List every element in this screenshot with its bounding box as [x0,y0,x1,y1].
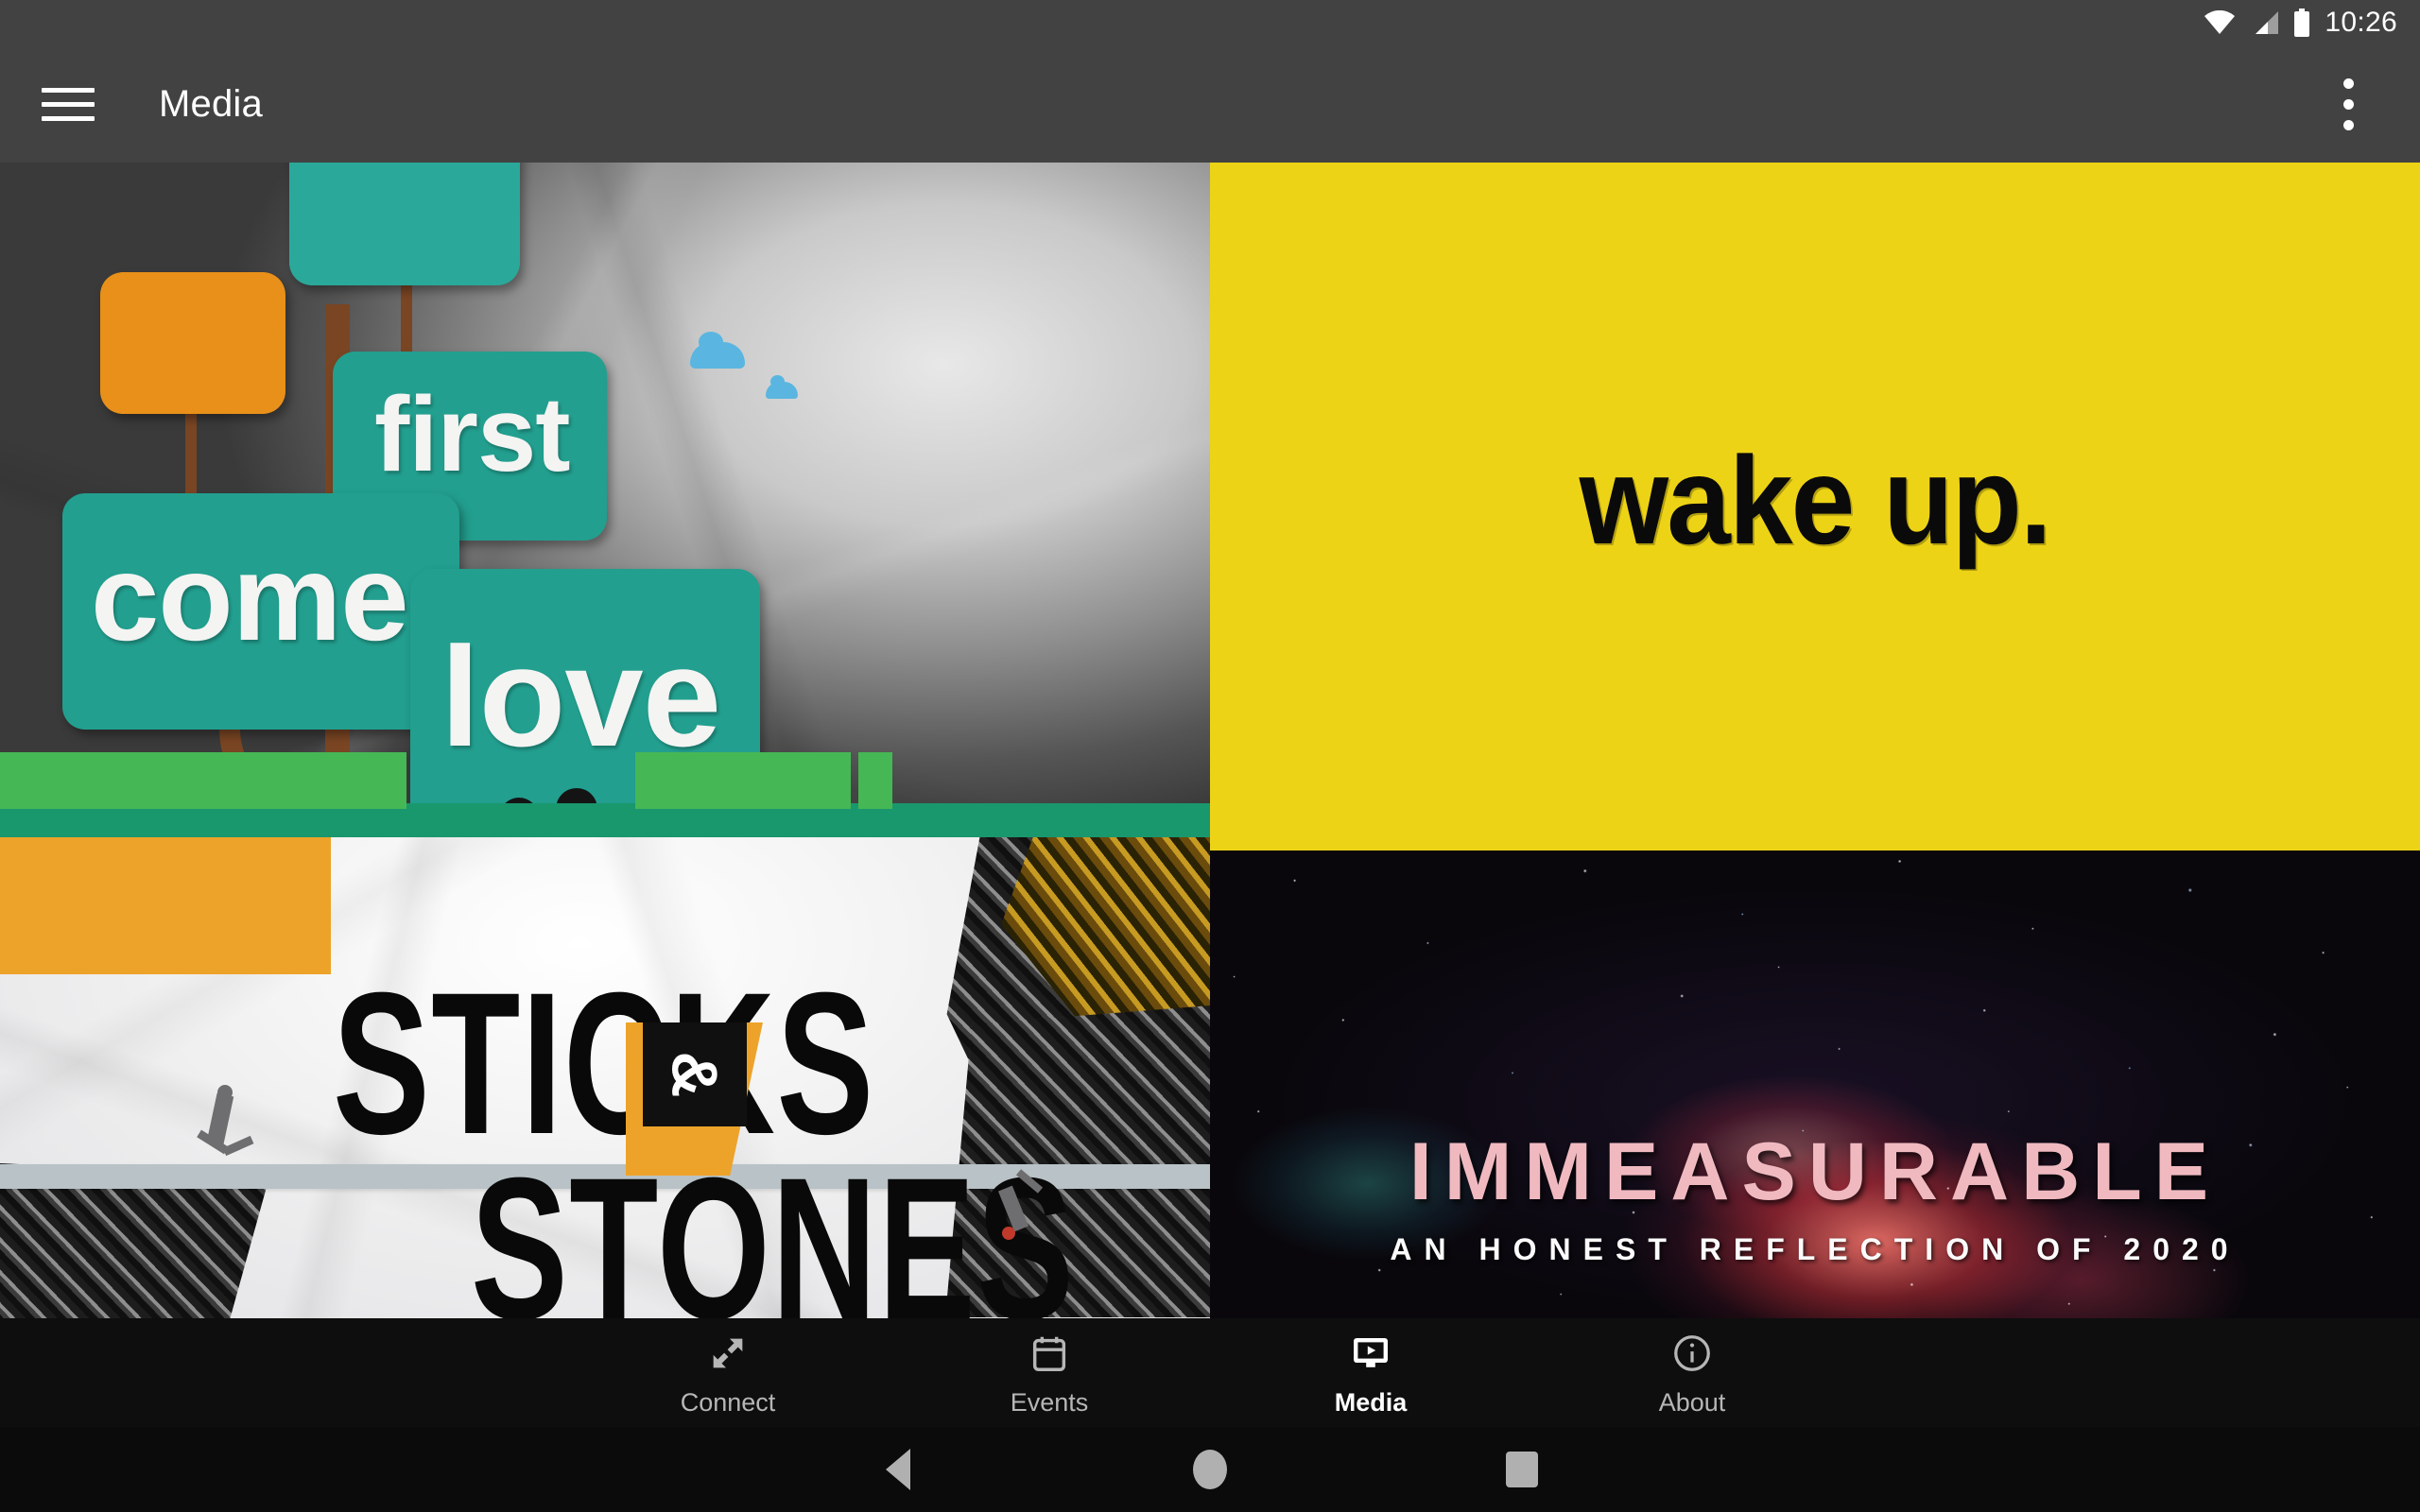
bubble-top [289,163,520,285]
media-tile-first-comes-love[interactable]: first comes love [0,163,1210,837]
cellular-signal-icon [2256,11,2279,34]
bubble-orange [100,272,285,414]
grass-light-2 [635,752,851,809]
tile3-line2: STONES [471,1136,1076,1318]
orange-block [0,837,331,974]
nav-item-about[interactable]: About [1531,1328,1853,1418]
nav-label-media: Media [1334,1388,1408,1417]
tv-play-icon [1348,1328,1393,1379]
collapse-arrows-icon [706,1328,750,1379]
nav-label-connect: Connect [680,1388,776,1417]
bottom-navigation: Connect Events Media About [0,1318,2420,1427]
tile4-subtitle: AN HONEST REFLECTION OF 2020 [1390,1232,2240,1266]
app-bar: Media [0,45,2420,163]
media-tile-immeasurable[interactable]: IMMEASURABLE AN HONEST REFLECTION OF 202… [1210,837,2420,1318]
media-tile-sticks-and-stones[interactable]: STICKS & STONES [0,837,1210,1318]
app-screen: 10:26 Media first comes love wake up. ST… [0,0,2420,1512]
calendar-icon [1028,1328,1071,1379]
tile1-word-first: first [374,375,571,493]
grass-light-1 [0,752,406,809]
yellow-top-edge [1210,837,2420,850]
back-button[interactable] [742,1449,1054,1490]
page-title: Media [159,82,263,125]
nav-item-connect[interactable]: Connect [567,1328,889,1418]
battery-icon [2294,9,2310,37]
tile1-word-love: love [441,617,721,776]
nav-item-media[interactable]: Media [1210,1328,1531,1418]
tile3-ampersand: & [658,1051,731,1098]
runner-figure-head [217,1085,233,1100]
nav-label-events: Events [1010,1388,1089,1417]
hamburger-menu-icon[interactable] [42,85,95,123]
grass-light-3 [858,752,892,809]
media-grid: first comes love wake up. STICKS & STONE… [0,163,2420,1318]
recents-button[interactable] [1366,1452,1678,1487]
cloud-2 [766,375,798,399]
tile4-title: IMMEASURABLE [1409,1126,2221,1217]
android-system-nav [0,1427,2420,1512]
nav-item-events[interactable]: Events [889,1328,1210,1418]
more-vert-icon[interactable] [2322,70,2375,138]
falling-figure-head [1002,1227,1015,1240]
home-button[interactable] [1054,1450,1366,1489]
cloud-1 [690,332,745,369]
nav-label-about: About [1658,1388,1726,1417]
status-bar: 10:26 [0,0,2420,45]
status-time: 10:26 [2325,7,2397,38]
media-tile-wake-up[interactable]: wake up. [1210,163,2420,837]
info-circle-icon [1670,1328,1714,1379]
ampersand-box: & [643,1022,747,1126]
tile3-line1: STICKS [333,951,875,1177]
tile2-title: wake up. [1579,430,2052,570]
wifi-icon [2204,10,2236,34]
